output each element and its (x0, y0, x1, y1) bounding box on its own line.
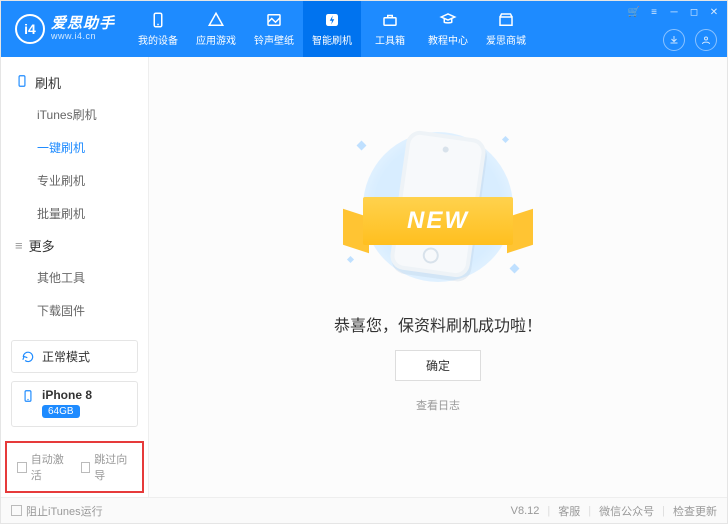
nav-label: 应用游戏 (196, 32, 236, 47)
wallpaper-icon (265, 11, 283, 29)
nav-label: 智能刷机 (312, 32, 352, 47)
hero-illustration: NEW (318, 122, 558, 292)
brand-url: www.i4.cn (51, 32, 115, 42)
cart-icon[interactable]: 🛒 (627, 5, 641, 19)
brand-title: 爱思助手 (51, 16, 115, 33)
new-ribbon: NEW (343, 197, 533, 245)
device-name: iPhone 8 (42, 388, 92, 402)
checkbox-icon (11, 505, 22, 516)
sb-item-oneclick-flash[interactable]: 一键刷机 (1, 131, 148, 164)
nav-toolbox[interactable]: 工具箱 (361, 1, 419, 57)
check-label: 跳过向导 (94, 451, 132, 483)
nav-label: 教程中心 (428, 32, 468, 47)
sidebar: 刷机 iTunes刷机 一键刷机 专业刷机 批量刷机 ≡ 更多 其他工具 下载固… (1, 57, 149, 497)
nav-store[interactable]: 爱思商城 (477, 1, 535, 57)
confirm-button[interactable]: 确定 (395, 350, 481, 381)
sb-item-download-fw[interactable]: 下载固件 (1, 294, 148, 327)
footer: 阻止iTunes运行 V8.12 | 客服 | 微信公众号 | 检查更新 (1, 497, 727, 523)
sb-item-batch-flash[interactable]: 批量刷机 (1, 197, 148, 230)
check-label: 自动激活 (31, 451, 69, 483)
maximize-icon[interactable]: ◻ (687, 5, 701, 19)
download-icon[interactable] (663, 29, 685, 51)
tutorial-icon (439, 11, 457, 29)
body: 刷机 iTunes刷机 一键刷机 专业刷机 批量刷机 ≡ 更多 其他工具 下载固… (1, 57, 727, 497)
check-auto-activate[interactable]: 自动激活 (17, 451, 69, 483)
app-window: i4 爱思助手 www.i4.cn 我的设备 应用游戏 (0, 0, 728, 524)
nav-label: 铃声壁纸 (254, 32, 294, 47)
device-button[interactable]: iPhone 8 64GB (11, 381, 138, 427)
sidebar-section-flash[interactable]: 刷机 (1, 67, 148, 98)
sb-item-pro-flash[interactable]: 专业刷机 (1, 164, 148, 197)
nav-label: 爱思商城 (486, 32, 526, 47)
user-icon[interactable] (695, 29, 717, 51)
close-icon[interactable]: ✕ (707, 5, 721, 19)
flash-icon (323, 11, 341, 29)
header: i4 爱思助手 www.i4.cn 我的设备 应用游戏 (1, 1, 727, 57)
success-message: 恭喜您，保资料刷机成功啦！ (334, 312, 542, 336)
sidebar-checks: 自动激活 跳过向导 (5, 441, 144, 493)
sb-item-other-tools[interactable]: 其他工具 (1, 261, 148, 294)
update-link[interactable]: 检查更新 (673, 503, 717, 519)
more-icon: ≡ (15, 238, 23, 253)
minimize-icon[interactable]: ─ (667, 5, 681, 19)
apps-icon (207, 11, 225, 29)
footer-check-label: 阻止iTunes运行 (26, 503, 103, 519)
nav-tutorial[interactable]: 教程中心 (419, 1, 477, 57)
device-small-icon (20, 388, 36, 404)
window-controls: 🛒 ≡ ─ ◻ ✕ (627, 5, 721, 19)
refresh-icon (20, 349, 36, 365)
store-icon (497, 11, 515, 29)
wechat-link[interactable]: 微信公众号 (599, 503, 654, 519)
menu-icon[interactable]: ≡ (647, 5, 661, 19)
ribbon-text: NEW (363, 197, 513, 245)
mode-button[interactable]: 正常模式 (11, 340, 138, 373)
nav-label: 我的设备 (138, 32, 178, 47)
section-title: 更多 (29, 236, 55, 255)
phone-outline-icon (15, 74, 29, 91)
sb-item-itunes-flash[interactable]: iTunes刷机 (1, 98, 148, 131)
nav-my-device[interactable]: 我的设备 (129, 1, 187, 57)
section-title: 刷机 (35, 73, 61, 92)
version-label: V8.12 (511, 505, 540, 517)
brand-logo-mark: i4 (15, 14, 45, 44)
toolbox-icon (381, 11, 399, 29)
check-skip-guide[interactable]: 跳过向导 (81, 451, 133, 483)
device-badge: 64GB (42, 405, 80, 418)
brand-logo[interactable]: i4 爱思助手 www.i4.cn (9, 14, 121, 44)
device-icon (149, 11, 167, 29)
main-content: NEW 恭喜您，保资料刷机成功啦！ 确定 查看日志 (149, 57, 727, 497)
check-block-itunes[interactable]: 阻止iTunes运行 (11, 503, 103, 519)
view-log-link[interactable]: 查看日志 (416, 397, 460, 413)
sb-item-advanced[interactable]: 高级功能 (1, 327, 148, 332)
nav-apps-games[interactable]: 应用游戏 (187, 1, 245, 57)
support-link[interactable]: 客服 (558, 503, 580, 519)
nav-smart-flash[interactable]: 智能刷机 (303, 1, 361, 57)
sidebar-section-more[interactable]: ≡ 更多 (1, 230, 148, 261)
hero: NEW 恭喜您，保资料刷机成功啦！ 确定 查看日志 (318, 122, 558, 413)
nav-ringtone-wallpaper[interactable]: 铃声壁纸 (245, 1, 303, 57)
mode-label: 正常模式 (42, 348, 90, 365)
checkbox-icon (81, 462, 91, 473)
checkbox-icon (17, 462, 27, 473)
nav-label: 工具箱 (375, 32, 405, 47)
